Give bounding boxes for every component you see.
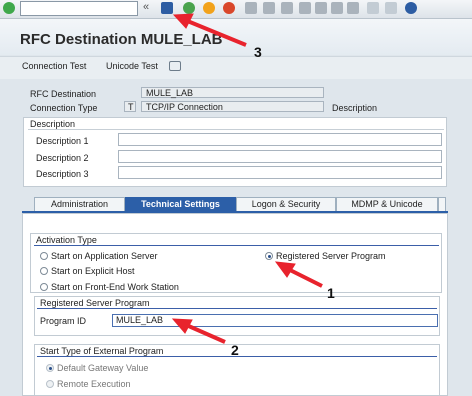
annotation-arrows — [171, 13, 323, 344]
arrow-2-head — [171, 318, 193, 334]
arrow-3-line — [184, 18, 247, 47]
annotation-3: 3 — [254, 44, 262, 60]
arrow-1-head — [274, 261, 296, 278]
arrow-2-line — [183, 322, 226, 344]
annotation-2: 2 — [231, 342, 239, 358]
annotation-1: 1 — [327, 285, 335, 301]
